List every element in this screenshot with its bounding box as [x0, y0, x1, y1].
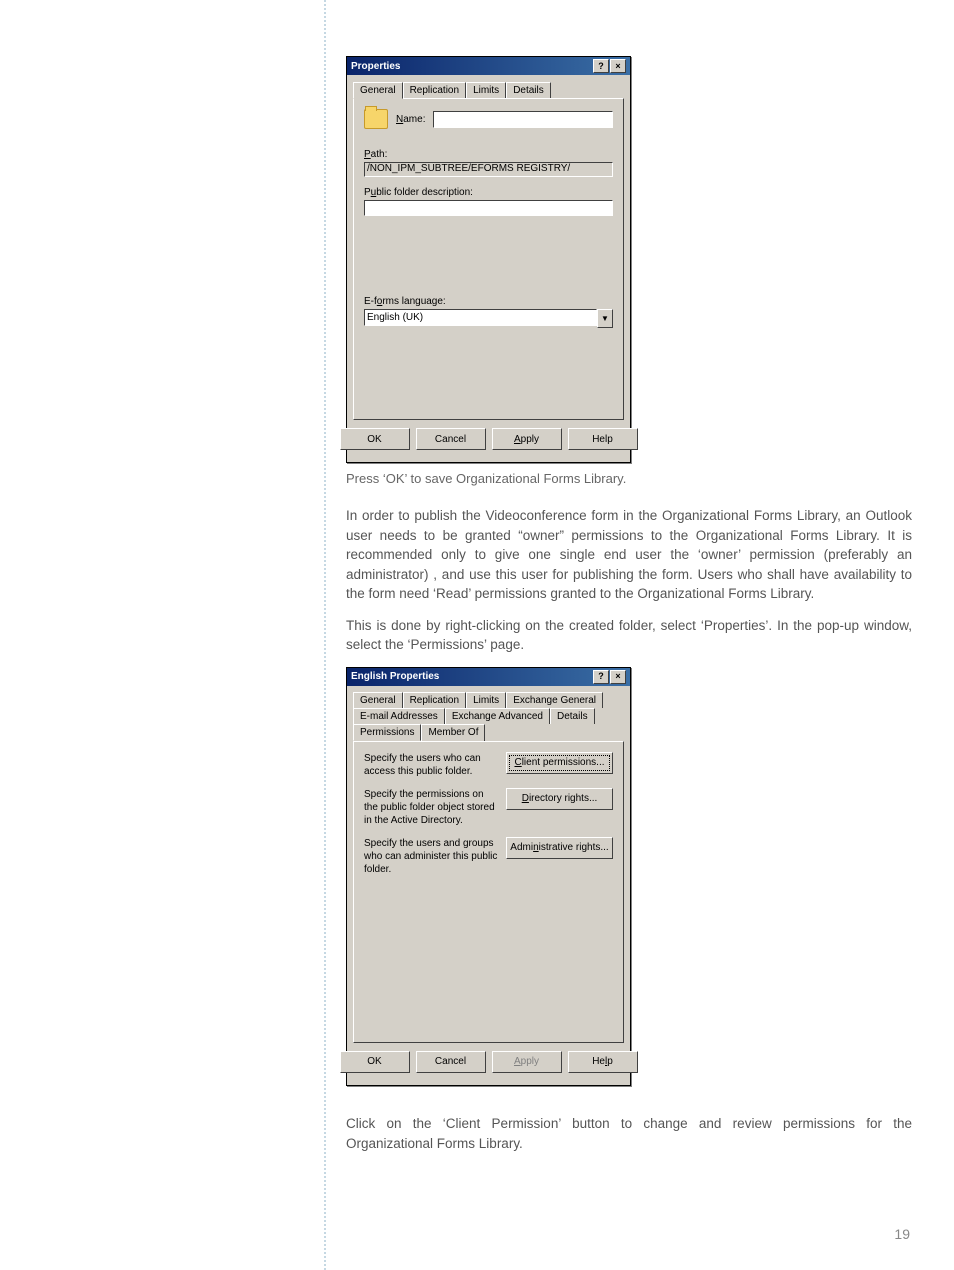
help-icon[interactable]: ? [593, 670, 609, 684]
language-dropdown[interactable]: ▼ [364, 309, 613, 328]
close-icon[interactable]: × [610, 670, 626, 684]
tab-exchange-advanced[interactable]: Exchange Advanced [445, 708, 550, 724]
titlebar-buttons-2: ? × [593, 670, 626, 684]
client-permissions-button[interactable]: Client permissions... [506, 752, 613, 774]
close-icon[interactable]: × [610, 59, 626, 73]
titlebar-buttons: ? × [593, 59, 626, 73]
cancel-button[interactable]: Cancel [416, 428, 486, 450]
language-value[interactable] [364, 309, 597, 326]
caption-press-ok: Press ‘OK’ to save Organizational Forms … [346, 471, 912, 486]
margin-dotted-line [324, 0, 328, 1270]
properties-dialog: Properties ? × General Replication Limit… [346, 56, 631, 463]
paragraph-1: In order to publish the Videoconference … [346, 506, 912, 604]
dialog-body: General Replication Limits Details Name:… [347, 75, 630, 462]
tab-member-of[interactable]: Member Of [421, 724, 485, 741]
permissions-panel: Specify the users who can access this pu… [353, 741, 624, 1043]
button-row: OK Cancel Apply Help [353, 420, 624, 456]
admin-rights-button[interactable]: Administrative rights... [506, 837, 613, 859]
tabstrip: General Replication Limits Details [353, 82, 624, 99]
tabstrip2-row1: General Replication Limits Exchange Gene… [353, 692, 624, 708]
tab-general[interactable]: General [353, 82, 403, 99]
tab-exchange-general[interactable]: Exchange General [506, 692, 603, 708]
general-panel: Name: Path: /NON_IPM_SUBTREE/EFORMS REGI… [353, 98, 624, 420]
admin-rights-text: Specify the users and groups who can adm… [364, 837, 498, 876]
tab-details[interactable]: Details [506, 82, 551, 99]
apply-button[interactable]: Apply [492, 428, 562, 450]
ok-button-2[interactable]: OK [340, 1051, 410, 1073]
directory-rights-button[interactable]: Directory rights... [506, 788, 613, 810]
tab-limits-2[interactable]: Limits [466, 692, 506, 708]
tab-email-addresses[interactable]: E-mail Addresses [353, 708, 445, 724]
path-label: Path: [364, 149, 613, 160]
dialog2-title: English Properties [351, 671, 439, 682]
desc-label: Public folder description: [364, 187, 613, 198]
tabstrip2-row2: E-mail Addresses Exchange Advanced Detai… [353, 708, 624, 741]
help-button[interactable]: Help [568, 428, 638, 450]
cancel-button-2[interactable]: Cancel [416, 1051, 486, 1073]
folder-icon [364, 109, 388, 129]
tab-general-2[interactable]: General [353, 692, 403, 708]
dialog-title: Properties [351, 61, 400, 72]
directory-rights-text: Specify the permissions on the public fo… [364, 788, 498, 827]
tab-replication[interactable]: Replication [403, 82, 466, 99]
name-row: Name: [364, 109, 613, 129]
path-value: /NON_IPM_SUBTREE/EFORMS REGISTRY/ [364, 162, 613, 177]
dialog2-body: General Replication Limits Exchange Gene… [347, 686, 630, 1085]
tab-replication-2[interactable]: Replication [403, 692, 466, 708]
help-icon[interactable]: ? [593, 59, 609, 73]
tab-permissions[interactable]: Permissions [353, 724, 421, 741]
page-number: 19 [894, 1226, 910, 1242]
directory-rights-row: Specify the permissions on the public fo… [364, 788, 613, 827]
lang-label: E-forms language: [364, 296, 613, 307]
ok-button[interactable]: OK [340, 428, 410, 450]
titlebar-2: English Properties ? × [347, 668, 630, 686]
paragraph-2: This is done by right-clicking on the cr… [346, 616, 912, 655]
paragraph-3: Click on the ‘Client Permission’ button … [346, 1114, 912, 1153]
titlebar: Properties ? × [347, 57, 630, 75]
client-permissions-text: Specify the users who can access this pu… [364, 752, 498, 778]
page-content: Properties ? × General Replication Limit… [346, 56, 912, 1165]
admin-rights-row: Specify the users and groups who can adm… [364, 837, 613, 876]
chevron-down-icon[interactable]: ▼ [597, 309, 613, 328]
english-properties-dialog: English Properties ? × General Replicati… [346, 667, 631, 1086]
client-permissions-row: Specify the users who can access this pu… [364, 752, 613, 778]
name-input[interactable] [433, 111, 613, 128]
description-input[interactable] [364, 200, 613, 216]
button-row-2: OK Cancel Apply Help [353, 1043, 624, 1079]
help-button-2[interactable]: Help [568, 1051, 638, 1073]
apply-button-2: Apply [492, 1051, 562, 1073]
name-label: Name: [396, 114, 425, 125]
tab-details-2[interactable]: Details [550, 708, 595, 724]
tab-limits[interactable]: Limits [466, 82, 506, 99]
